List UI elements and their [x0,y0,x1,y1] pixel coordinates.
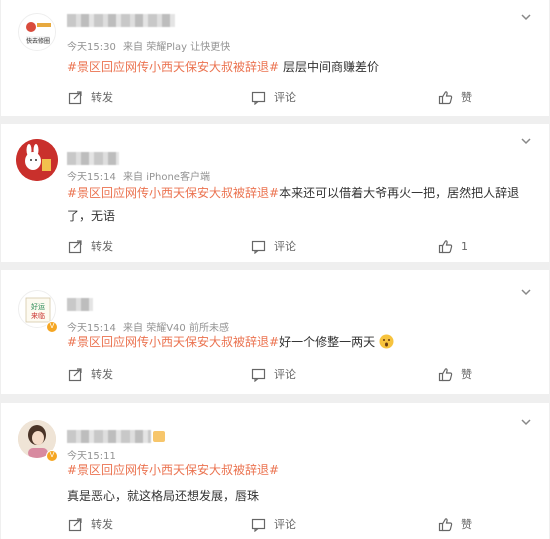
comment-text: #景区回应网传小西天保安大叔被辞退# 真是恶心，就这格局还想发展，唇珠 [67,458,535,508]
like-button[interactable]: 赞 [438,363,472,385]
like-label: 赞 [461,518,472,531]
comment-button[interactable]: 评论 [251,363,296,385]
comment-button[interactable]: 评论 [251,86,296,108]
avatar-label: 快去修圈 [26,37,50,45]
post-meta: 今天15:14 来自 iPhone客户端 [67,168,214,183]
comment-icon [251,368,266,382]
comment-text: #景区回应网传小西天保安大叔被辞退#好一个修整一两天 [67,331,535,354]
verified-badge-icon: V [46,450,58,462]
share-icon [68,367,82,381]
avatar[interactable]: 快去修圈 [18,13,56,51]
member-badge-icon [153,431,165,442]
thumbs-up-icon [438,517,453,531]
username-blurred[interactable] [67,152,119,165]
avatar-label: 好运 [31,302,45,311]
like-button[interactable]: 1 [438,235,468,257]
comment-body: 层层中间商赚差价 [279,60,379,74]
chevron-down-icon[interactable] [519,415,533,429]
like-count: 1 [461,239,468,253]
comment-label: 评论 [274,518,296,531]
verified-badge-icon: V [46,321,58,333]
comment-icon [251,518,266,532]
username-blurred[interactable] [67,430,151,443]
svg-text:来临: 来临 [31,311,45,320]
comment-label: 评论 [274,240,296,253]
comment-button[interactable]: 评论 [251,235,296,257]
like-label: 赞 [461,91,472,104]
action-bar: 转发 评论 赞 [1,513,549,535]
comment-text: #景区回应网传小西天保安大叔被辞退# 层层中间商赚差价 [67,56,535,79]
share-label: 转发 [91,368,113,381]
share-label: 转发 [91,91,113,104]
username-blurred[interactable] [67,14,175,27]
username-blurred[interactable] [67,298,93,311]
like-button[interactable]: 赞 [438,86,472,108]
comment-body: 真是恶心，就这格局还想发展，唇珠 [67,489,260,503]
surprised-emoji-icon [379,334,394,349]
comment-label: 评论 [274,91,296,104]
comment-text: #景区回应网传小西天保安大叔被辞退#本来还可以借着大爷再火一把，居然把人辞退了，… [67,182,535,228]
comment-card: 今天15:14 来自 iPhone客户端 #景区回应网传小西天保安大叔被辞退#本… [1,124,549,262]
hashtag-link[interactable]: #景区回应网传小西天保安大叔被辞退# [67,186,279,200]
share-button[interactable]: 转发 [68,513,113,535]
share-label: 转发 [91,518,113,531]
avatar[interactable] [16,139,58,181]
timestamp: 今天15:30 [67,42,116,53]
chevron-down-icon[interactable] [519,134,533,148]
comment-icon [251,91,266,105]
share-icon [68,90,82,104]
comment-card: 好运 来临 V 今天15:14 来自 荣耀V40 前所未感 #景区回应网传小西天… [1,270,549,394]
comment-card: 快去修圈 今天15:30 来自 荣耀Play 让快更快 #景区回应网传小西天保安… [1,0,549,116]
hashtag-link[interactable]: #景区回应网传小西天保安大叔被辞退# [67,463,279,477]
thumbs-up-icon [438,90,453,104]
chevron-down-icon[interactable] [519,10,533,24]
thumbs-up-icon [438,367,453,381]
comment-label: 评论 [274,368,296,381]
share-button[interactable]: 转发 [68,86,113,108]
share-label: 转发 [91,240,113,253]
comment-icon [251,240,266,254]
share-icon [68,517,82,531]
hashtag-link[interactable]: #景区回应网传小西天保安大叔被辞退# [67,60,279,74]
thumbs-up-icon [438,239,453,253]
share-icon [68,239,82,253]
action-bar: 转发 评论 1 [1,235,549,257]
comment-card: V 今天15:11 #景区回应网传小西天保安大叔被辞退# 真是恶心，就这格局还想… [1,403,549,539]
action-bar: 转发 评论 赞 [1,86,549,108]
hashtag-link[interactable]: #景区回应网传小西天保安大叔被辞退# [67,335,279,349]
chevron-down-icon[interactable] [519,285,533,299]
comment-button[interactable]: 评论 [251,513,296,535]
action-bar: 转发 评论 赞 [1,363,549,385]
post-meta: 今天15:30 来自 荣耀Play 让快更快 [67,38,234,53]
comment-body: 好一个修整一两天 [279,335,376,349]
comment-feed: 快去修圈 今天15:30 来自 荣耀Play 让快更快 #景区回应网传小西天保安… [0,0,550,539]
share-button[interactable]: 转发 [68,235,113,257]
source: 来自 荣耀Play 让快更快 [123,42,231,53]
share-button[interactable]: 转发 [68,363,113,385]
like-label: 赞 [461,368,472,381]
like-button[interactable]: 赞 [438,513,472,535]
